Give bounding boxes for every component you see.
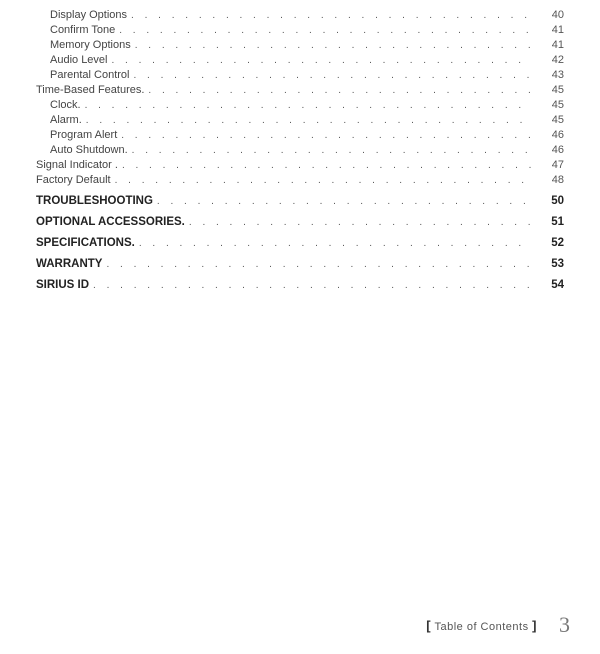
- footer-label: Table of Contents: [434, 621, 528, 633]
- toc-title: Factory Default: [36, 173, 111, 188]
- toc-page-number: 48: [532, 173, 564, 188]
- toc-row: WARRANTY 53: [36, 257, 564, 272]
- toc-leader-dots: [89, 278, 532, 293]
- toc-title: Memory Options: [36, 38, 131, 53]
- toc-row: Auto Shutdown. 46: [36, 143, 564, 158]
- toc-list: Display Options40Confirm Tone41Memory Op…: [36, 8, 564, 293]
- toc-leader-dots: [127, 8, 532, 23]
- footer-label-wrap: [ Table of Contents ]: [426, 618, 537, 633]
- toc-title: Clock.: [36, 98, 81, 113]
- toc-row: Time-Based Features. 45: [36, 83, 564, 98]
- toc-leader-dots: [128, 143, 532, 158]
- page-number: 3: [559, 612, 570, 638]
- toc-row: Parental Control 43: [36, 68, 564, 83]
- toc-leader-dots: [185, 215, 532, 230]
- toc-page-number: 45: [532, 83, 564, 98]
- bracket-close-icon: ]: [532, 618, 537, 633]
- toc-leader-dots: [135, 236, 532, 251]
- toc-title: Program Alert: [36, 128, 117, 143]
- toc-title: SIRIUS ID: [36, 278, 89, 293]
- toc-row: OPTIONAL ACCESSORIES. 51: [36, 215, 564, 230]
- toc-leader-dots: [81, 98, 532, 113]
- page-footer: [ Table of Contents ] 3: [426, 612, 570, 638]
- toc-row: SPECIFICATIONS. 52: [36, 236, 564, 251]
- toc-leader-dots: [115, 23, 532, 38]
- toc-leader-dots: [131, 38, 532, 53]
- bracket-open-icon: [: [426, 618, 431, 633]
- toc-title: Parental Control: [36, 68, 130, 83]
- toc-title: WARRANTY: [36, 257, 102, 272]
- toc-row: Factory Default 48: [36, 173, 564, 188]
- toc-title: SPECIFICATIONS.: [36, 236, 135, 251]
- toc-row: Audio Level 42: [36, 53, 564, 68]
- toc-leader-dots: [111, 173, 532, 188]
- toc-title: Signal Indicator .: [36, 158, 118, 173]
- toc-title: TROUBLESHOOTING: [36, 194, 153, 209]
- toc-leader-dots: [108, 53, 533, 68]
- toc-leader-dots: [153, 194, 532, 209]
- toc-leader-dots: [102, 257, 532, 272]
- toc-title: Alarm.: [36, 113, 82, 128]
- toc-row: Display Options 40: [36, 8, 564, 23]
- toc-page-number: 41: [532, 38, 564, 53]
- toc-page-number: 42: [532, 53, 564, 68]
- toc-title: Auto Shutdown.: [36, 143, 128, 158]
- toc-leader-dots: [82, 113, 532, 128]
- toc-title: Time-Based Features.: [36, 83, 144, 98]
- toc-row: Clock. 45: [36, 98, 564, 113]
- toc-row: Memory Options 41: [36, 38, 564, 53]
- toc-page-number: 43: [532, 68, 564, 83]
- toc-row: Alarm. 45: [36, 113, 564, 128]
- toc-leader-dots: [118, 158, 532, 173]
- toc-page-number: 45: [532, 113, 564, 128]
- toc-row: Program Alert 46: [36, 128, 564, 143]
- toc-leader-dots: [117, 128, 532, 143]
- toc-page-number: 54: [532, 278, 564, 293]
- toc-page-number: 47: [532, 158, 564, 173]
- toc-title: OPTIONAL ACCESSORIES.: [36, 215, 185, 230]
- toc-title: Confirm Tone: [36, 23, 115, 38]
- toc-row: Signal Indicator . 47: [36, 158, 564, 173]
- toc-leader-dots: [130, 68, 533, 83]
- toc-page-number: 53: [532, 257, 564, 272]
- toc-page-number: 46: [532, 143, 564, 158]
- toc-page-number: 41: [532, 23, 564, 38]
- toc-page-number: 52: [532, 236, 564, 251]
- toc-page-number: 40: [532, 8, 564, 23]
- toc-row: SIRIUS ID 54: [36, 278, 564, 293]
- toc-page-number: 51: [532, 215, 564, 230]
- toc-leader-dots: [144, 83, 532, 98]
- toc-page: Display Options40Confirm Tone41Memory Op…: [0, 0, 600, 293]
- toc-title: Audio Level: [36, 53, 108, 68]
- toc-title: Display Options: [36, 8, 127, 23]
- toc-row: Confirm Tone 41: [36, 23, 564, 38]
- toc-page-number: 45: [532, 98, 564, 113]
- toc-row: TROUBLESHOOTING 50: [36, 194, 564, 209]
- toc-page-number: 46: [532, 128, 564, 143]
- toc-page-number: 50: [532, 194, 564, 209]
